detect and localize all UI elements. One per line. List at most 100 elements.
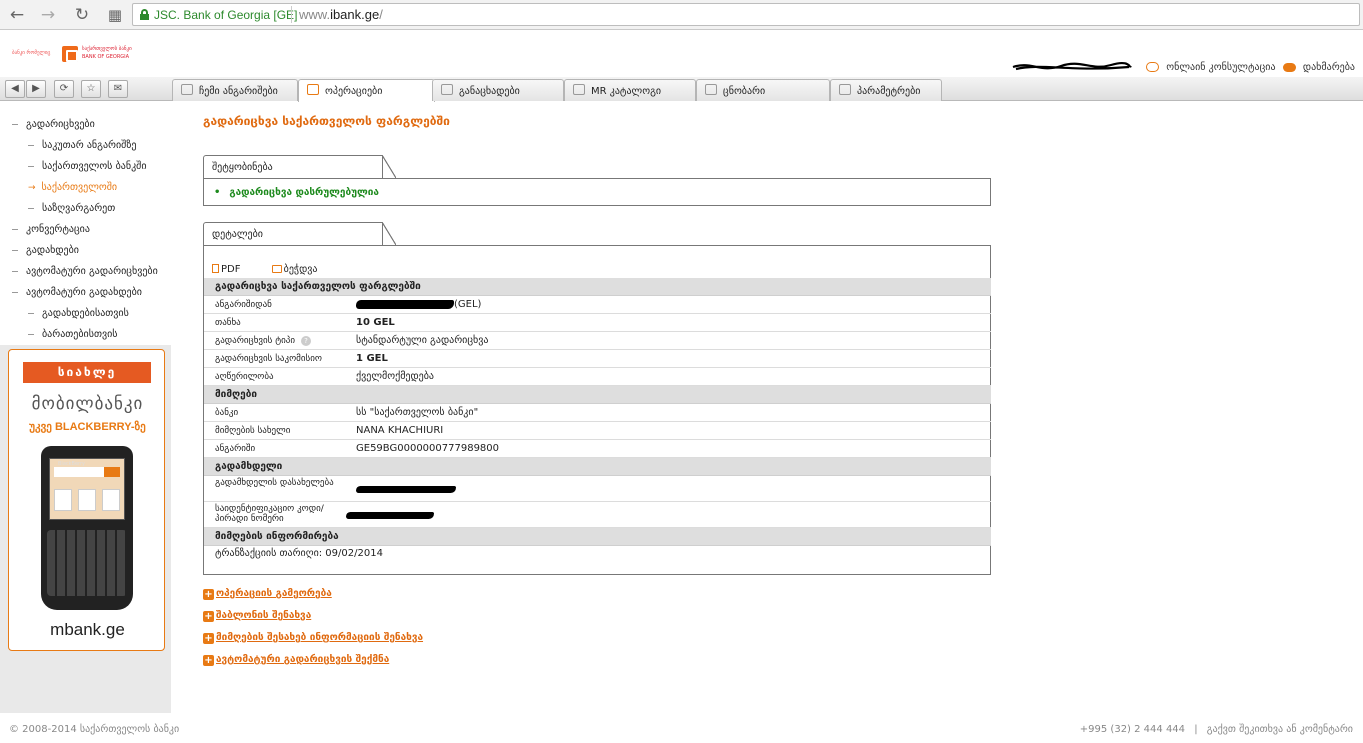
browser-toolbar: ← → ↻ ▦ JSC. Bank of Georgia [GE] www.ib…	[0, 0, 1363, 30]
apps-icon[interactable]: ▦	[104, 4, 126, 26]
repeat-operation-link[interactable]: + ოპერაციის გამეორება	[203, 588, 332, 600]
fee-label: გადარიცხვის საკომისიო	[215, 354, 322, 364]
feedback-link[interactable]: გაქვთ შეკითხვა ან კომენტარი	[1207, 724, 1353, 735]
section-recipient-info: მიმღების ინფორმირება	[204, 528, 991, 546]
details-panel: PDF ბეჭდვა გადარიცხვა საქართველოს ფარგლე…	[203, 245, 991, 575]
refresh-button[interactable]: ⟳	[54, 80, 74, 98]
details-tab: დეტალები	[203, 222, 396, 246]
sidebar-item-payments[interactable]: გადახდები	[12, 245, 79, 256]
tab-settings[interactable]: პარამეტრები	[830, 79, 942, 101]
redacted-account	[356, 299, 454, 309]
main-tabbar: ◀ ▶ ⟳ ☆ ✉ ჩემი ანგარიშები ოპერაციები გან…	[0, 77, 1363, 102]
sidebar-item-within-bank[interactable]: საქართველოს ბანკში	[28, 161, 147, 172]
sidebar-item-for-payments[interactable]: გადახდებისათვის	[28, 308, 129, 319]
left-sidebar: გადარიცხვები საკუთარ ანგარიშზე საქართველ…	[0, 102, 171, 713]
sidebar-menu: გადარიცხვები საკუთარ ანგარიშზე საქართველ…	[0, 102, 171, 345]
details-table: გადარიცხვა საქართველოს ფარგლებში ანგარიშ…	[204, 278, 991, 564]
redacted-payer-id	[346, 511, 434, 519]
create-auto-transfer-link[interactable]: + ავტომატური გადარიცხვის შექმნა	[203, 654, 389, 666]
sidebar-item-within-georgia[interactable]: → საქართველოში	[28, 182, 117, 193]
description-label: აღწერილობა	[215, 372, 274, 382]
plus-icon: +	[203, 655, 214, 666]
sidebar-item-auto-transfers[interactable]: ავტომატური გადარიცხვები	[12, 266, 158, 277]
plus-icon: +	[203, 589, 214, 600]
gear-icon	[839, 84, 851, 95]
catalog-icon	[573, 84, 585, 95]
ssl-organization: JSC. Bank of Georgia [GE]	[154, 8, 298, 22]
print-link[interactable]: ბეჭდვა	[271, 264, 332, 275]
notice-tab: შეტყობინება	[203, 155, 396, 179]
payer-id-value	[346, 510, 434, 521]
chat-icon[interactable]	[1146, 62, 1160, 72]
sidebar-item-conversion[interactable]: კონვერტაცია	[12, 224, 90, 235]
table-row: ანგარიში GE59BG0000000777989800	[204, 440, 991, 458]
logo-name-ka: საქართველოს ბანკი	[82, 46, 132, 52]
transfer-type-value: სტანდარტული გადარიცხვა	[356, 335, 489, 346]
directory-icon	[705, 84, 717, 95]
bank-value: სს "საქართველოს ბანკი"	[356, 407, 479, 418]
sidebar-item-own-account[interactable]: საკუთარ ანგარიშზე	[28, 140, 136, 151]
account-value: GE59BG0000000777989800	[356, 443, 500, 454]
payer-name-value	[356, 484, 456, 495]
section-transfer: გადარიცხვა საქართველოს ფარგლებში	[204, 278, 991, 296]
from-account-value: (GEL)	[356, 299, 481, 310]
redacted-username	[1012, 61, 1132, 71]
header-links: ონლაინ კონსულტაცია დახმარება	[1011, 61, 1355, 73]
table-row: გადარიცხვის ტიპი? სტანდარტული გადარიცხვა	[204, 332, 991, 350]
description-value: ქველმოქმედება	[356, 371, 435, 382]
sidebar-item-auto-payments[interactable]: ავტომატური გადახდები	[12, 287, 142, 298]
sidebar-item-abroad[interactable]: საზღვარგარეთ	[28, 203, 115, 214]
applications-icon	[441, 84, 453, 95]
footer-contact: +995 (32) 2 444 444 | გაქვთ შეკითხვა ან …	[1080, 724, 1353, 735]
arrow-right-icon: →	[28, 183, 36, 193]
messages-button[interactable]: ✉	[108, 80, 128, 98]
table-row: გადამხდელის დასახელება	[204, 476, 991, 502]
page-forward-button[interactable]: ▶	[26, 80, 46, 98]
section-recipient: მიმღები	[204, 386, 991, 404]
fee-value: 1 GEL	[356, 353, 388, 364]
question-icon[interactable]: ?	[301, 336, 312, 346]
payer-name-label: გადამხდელის დასახელება	[215, 478, 334, 488]
help-icon[interactable]	[1282, 62, 1296, 72]
tab-mr-catalog[interactable]: MR კატალოგი	[564, 79, 696, 101]
help-link[interactable]: დახმარება	[1303, 62, 1355, 73]
tab-accounts[interactable]: ჩემი ანგარიშები	[172, 79, 298, 101]
address-divider	[291, 6, 292, 23]
table-row: ბანკი სს "საქართველოს ბანკი"	[204, 404, 991, 422]
footer-phone: +995 (32) 2 444 444	[1079, 724, 1186, 735]
sidebar-item-transfers[interactable]: გადარიცხვები	[12, 119, 95, 130]
blackberry-phone-image: BlackBerry	[41, 446, 133, 610]
pdf-icon	[212, 264, 219, 273]
payer-id-label: საიდენტიფიკაციო კოდი/პირადი ნომერი	[215, 504, 324, 524]
transaction-date: ტრანზაქციის თარიღი: 09/02/2014	[215, 548, 383, 559]
favorite-button[interactable]: ☆	[81, 80, 101, 98]
reload-icon[interactable]: ↻	[71, 4, 93, 26]
online-consult-link[interactable]: ონლაინ კონსულტაცია	[1166, 62, 1275, 73]
page-back-button[interactable]: ◀	[5, 80, 25, 98]
mobile-bank-promo[interactable]: სიახლე მობილბანკი უკვე BLACKBERRY-ზე Bla…	[8, 349, 165, 651]
details-toolbar: PDF ბეჭდვა	[212, 264, 346, 275]
operations-icon	[307, 84, 319, 95]
forward-arrow-icon[interactable]: →	[37, 4, 59, 26]
promo-new-badge: სიახლე	[23, 362, 151, 383]
print-icon	[271, 265, 282, 273]
save-template-link[interactable]: + შაბლონის შენახვა	[203, 610, 311, 622]
amount-value: 10 GEL	[356, 317, 395, 328]
plus-icon: +	[203, 633, 214, 644]
back-arrow-icon[interactable]: ←	[6, 4, 28, 26]
footer-divider: |	[1194, 724, 1198, 735]
address-bar[interactable]: JSC. Bank of Georgia [GE] www.ibank.ge/	[132, 3, 1360, 26]
logo-name-en: BANK OF GEORGIA	[82, 54, 130, 60]
tab-operations[interactable]: ოპერაციები	[298, 79, 435, 102]
tab-applications[interactable]: განაცხადები	[432, 79, 564, 101]
recipient-name-value: NANA KHACHIURI	[356, 425, 444, 436]
tab-directory[interactable]: ცნობარი	[696, 79, 830, 101]
from-account-label: ანგარიშიდან	[215, 300, 272, 310]
plus-icon: +	[203, 611, 214, 622]
pdf-link[interactable]: PDF	[212, 264, 254, 275]
section-payer: გადამხდელი	[204, 458, 991, 476]
save-recipient-link[interactable]: + მიმღების შესახებ ინფორმაციის შენახვა	[203, 632, 423, 644]
sidebar-item-for-cards[interactable]: ბარათებისთვის	[28, 329, 118, 340]
url-text: www.ibank.ge/	[299, 7, 383, 22]
footer-copyright: © 2008-2014 საქართველოს ბანკი	[9, 724, 180, 735]
